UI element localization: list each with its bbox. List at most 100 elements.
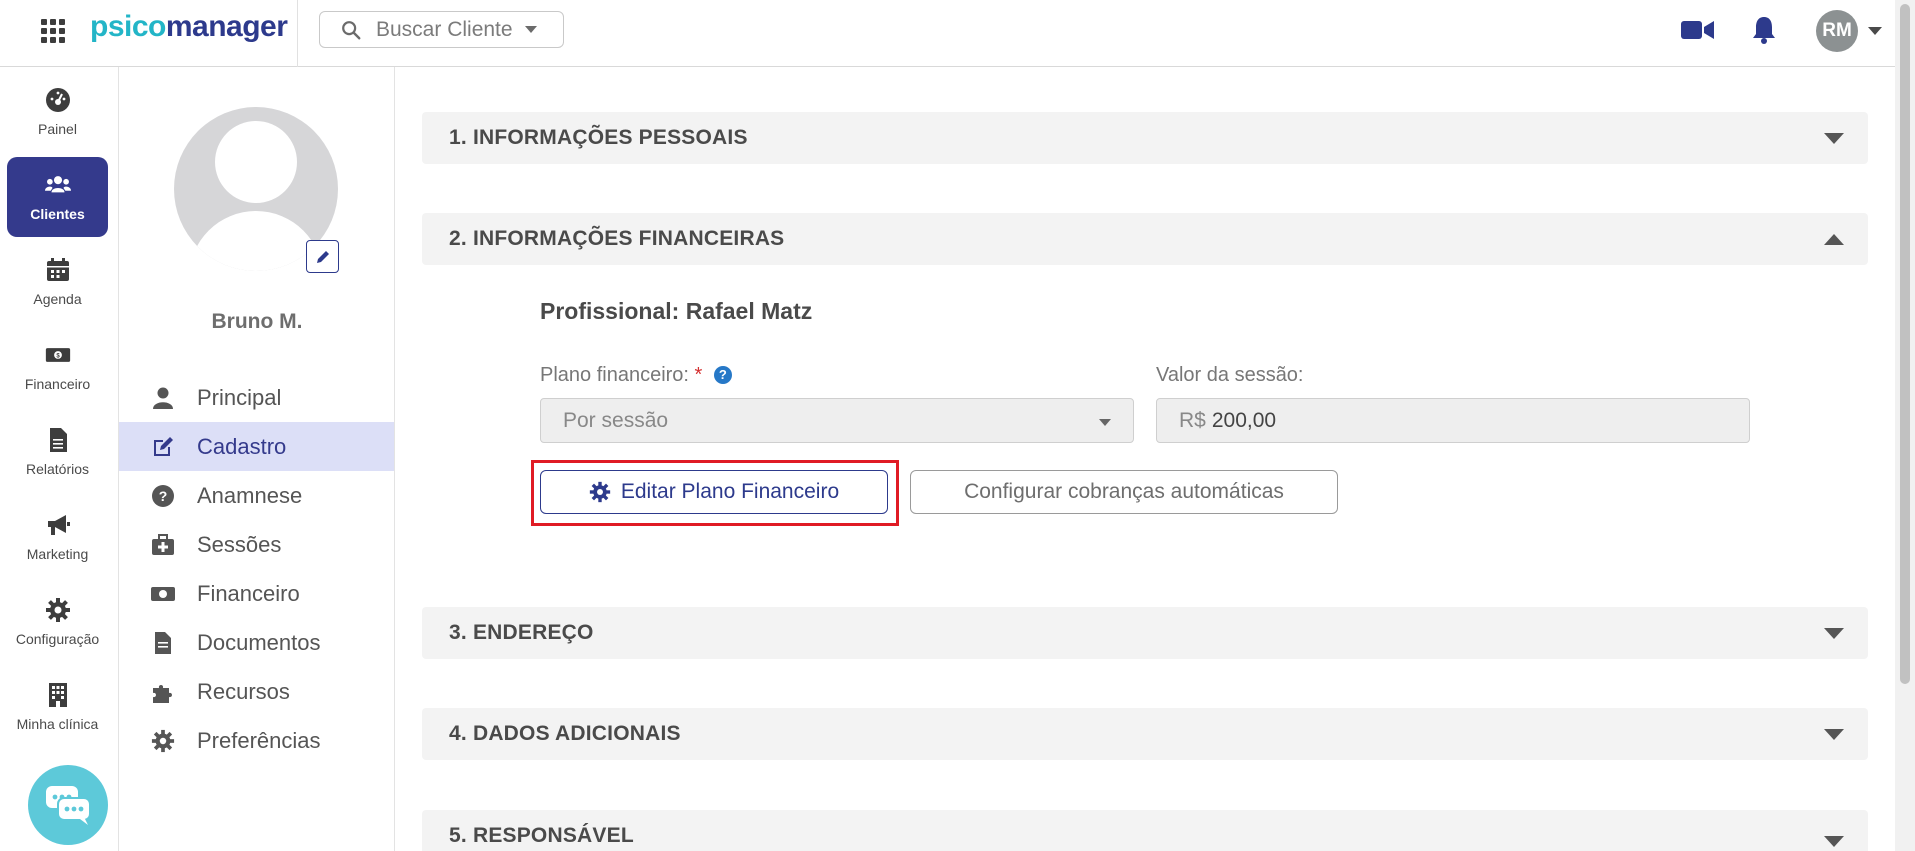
menu-label: Anamnese: [197, 482, 303, 508]
plano-value: Por sessão: [563, 408, 669, 432]
nav-marketing[interactable]: Marketing: [7, 497, 108, 577]
chevron-up-icon: [1824, 234, 1844, 245]
menu-label: Preferências: [197, 727, 321, 753]
user-menu-chevron-icon[interactable]: [1868, 27, 1882, 35]
medkit-icon: [152, 533, 174, 555]
section-title: 1. INFORMAÇÕES PESSOAIS: [449, 126, 748, 149]
nav-label: Clientes: [30, 206, 85, 222]
plano-financeiro-select[interactable]: Por sessão: [540, 398, 1134, 443]
section-title: 2. INFORMAÇÕES FINANCEIRAS: [449, 227, 785, 250]
chevron-down-icon: [1824, 729, 1844, 740]
profissional-heading: Profissional: Rafael Matz: [540, 298, 812, 325]
profissional-name: Rafael Matz: [685, 298, 813, 324]
nav-clientes[interactable]: Clientes: [7, 157, 108, 237]
client-menu-financeiro[interactable]: Financeiro: [119, 569, 394, 618]
puzzle-icon: [153, 684, 172, 703]
nav-label: Painel: [38, 121, 77, 137]
client-panel: Bruno M. Principal Cadastro ? Anamnese S…: [119, 67, 395, 851]
client-menu-sessoes[interactable]: Sessões: [119, 520, 394, 569]
page-scrollbar[interactable]: [1895, 0, 1915, 851]
section-dados-adicionais[interactable]: 4. DADOS ADICIONAIS: [422, 708, 1868, 760]
report-icon: [49, 428, 67, 452]
menu-label: Documentos: [197, 629, 321, 655]
required-mark: *: [694, 364, 703, 386]
valor-sessao-label: Valor da sessão:: [1156, 364, 1304, 386]
question-icon: ?: [152, 484, 174, 507]
section-title: 5. RESPONSÁVEL: [449, 823, 634, 847]
section-informacoes-financeiras[interactable]: 2. INFORMAÇÕES FINANCEIRAS: [422, 213, 1868, 265]
valor-sessao-field: R$ 200,00: [1156, 398, 1750, 443]
chevron-down-icon: [524, 26, 537, 33]
client-menu-principal[interactable]: Principal: [119, 373, 394, 422]
main-sidebar: Painel Clientes Agenda $ Financeiro Rela…: [0, 67, 119, 851]
chevron-down-icon: [1824, 628, 1844, 639]
menu-label: Cadastro: [197, 433, 287, 459]
apps-grid-icon[interactable]: [41, 19, 65, 43]
editar-plano-financeiro-button[interactable]: Editar Plano Financeiro: [540, 470, 888, 514]
logo-part-2: manager: [165, 10, 288, 43]
chevron-down-icon: [1099, 419, 1111, 426]
client-menu-cadastro[interactable]: Cadastro: [119, 422, 394, 471]
client-name: Bruno M.: [211, 310, 303, 333]
client-menu-preferencias[interactable]: Preferências: [119, 716, 394, 765]
menu-label: Sessões: [197, 531, 282, 557]
chevron-down-icon: [1824, 836, 1844, 847]
user-avatar[interactable]: RM: [1816, 10, 1858, 52]
nav-label: Relatórios: [25, 461, 90, 477]
section-endereco[interactable]: 3. ENDEREÇO: [422, 607, 1868, 659]
client-menu-documentos[interactable]: Documentos: [119, 618, 394, 667]
client-menu-anamnese[interactable]: ? Anamnese: [119, 471, 394, 520]
user-icon: [153, 387, 173, 409]
app-logo[interactable]: psicomanager: [90, 10, 288, 44]
dashboard-icon: [45, 88, 70, 112]
megaphone-icon: [47, 515, 70, 535]
menu-label: Recursos: [197, 678, 290, 704]
gear-icon: [151, 729, 175, 752]
pencil-icon: [316, 250, 329, 263]
building-icon: [48, 683, 67, 707]
button-label: Editar Plano Financeiro: [620, 480, 840, 503]
chat-bubble-icon: [46, 786, 91, 825]
nav-relatorios[interactable]: Relatórios: [7, 412, 108, 492]
nav-label: Agenda: [33, 291, 82, 307]
profissional-label: Profissional:: [540, 298, 680, 324]
help-icon[interactable]: ?: [713, 366, 732, 384]
nav-agenda[interactable]: Agenda: [7, 242, 108, 322]
video-camera-icon[interactable]: [1681, 18, 1714, 42]
client-menu-recursos[interactable]: Recursos: [119, 667, 394, 716]
plano-label-text: Plano financeiro:: [540, 364, 689, 386]
nav-minha-clinica[interactable]: Minha clínica: [7, 667, 108, 747]
chat-button[interactable]: [28, 765, 108, 845]
currency-prefix: R$: [1179, 408, 1206, 432]
search-placeholder: Buscar Cliente: [376, 17, 513, 41]
topbar-divider: [297, 0, 298, 67]
search-icon: [342, 20, 361, 39]
gear-icon: [45, 598, 70, 622]
chevron-down-icon: [1824, 133, 1844, 144]
search-client-dropdown[interactable]: Buscar Cliente: [319, 11, 564, 48]
menu-label: Financeiro: [197, 580, 300, 606]
money-icon: $: [45, 348, 70, 362]
edit-photo-button[interactable]: [306, 240, 339, 273]
nav-label: Minha clínica: [16, 716, 99, 732]
section-title: 3. ENDEREÇO: [449, 621, 594, 644]
money-icon: [151, 586, 175, 601]
nav-label: Marketing: [26, 546, 89, 562]
gear-icon: [589, 481, 610, 503]
scrollbar-thumb[interactable]: [1900, 4, 1910, 684]
configurar-cobrancas-button[interactable]: Configurar cobranças automáticas: [910, 470, 1338, 514]
nav-financeiro[interactable]: $ Financeiro: [7, 327, 108, 407]
edit-icon: [154, 436, 173, 456]
section-informacoes-pessoais[interactable]: 1. INFORMAÇÕES PESSOAIS: [422, 112, 1868, 164]
nav-label: Configuração: [15, 631, 100, 647]
logo-part-1: psico: [90, 10, 166, 43]
nav-label: Financeiro: [24, 376, 91, 392]
bell-icon[interactable]: [1751, 15, 1777, 44]
top-bar: psicomanager Buscar Cliente RM: [0, 0, 1895, 67]
section-responsavel[interactable]: 5. RESPONSÁVEL: [422, 810, 1868, 851]
nav-painel[interactable]: Painel: [7, 72, 108, 152]
nav-configuracao[interactable]: Configuração: [7, 582, 108, 662]
file-icon: [155, 631, 171, 654]
svg-text:?: ?: [159, 488, 168, 504]
section-title: 4. DADOS ADICIONAIS: [449, 722, 681, 745]
